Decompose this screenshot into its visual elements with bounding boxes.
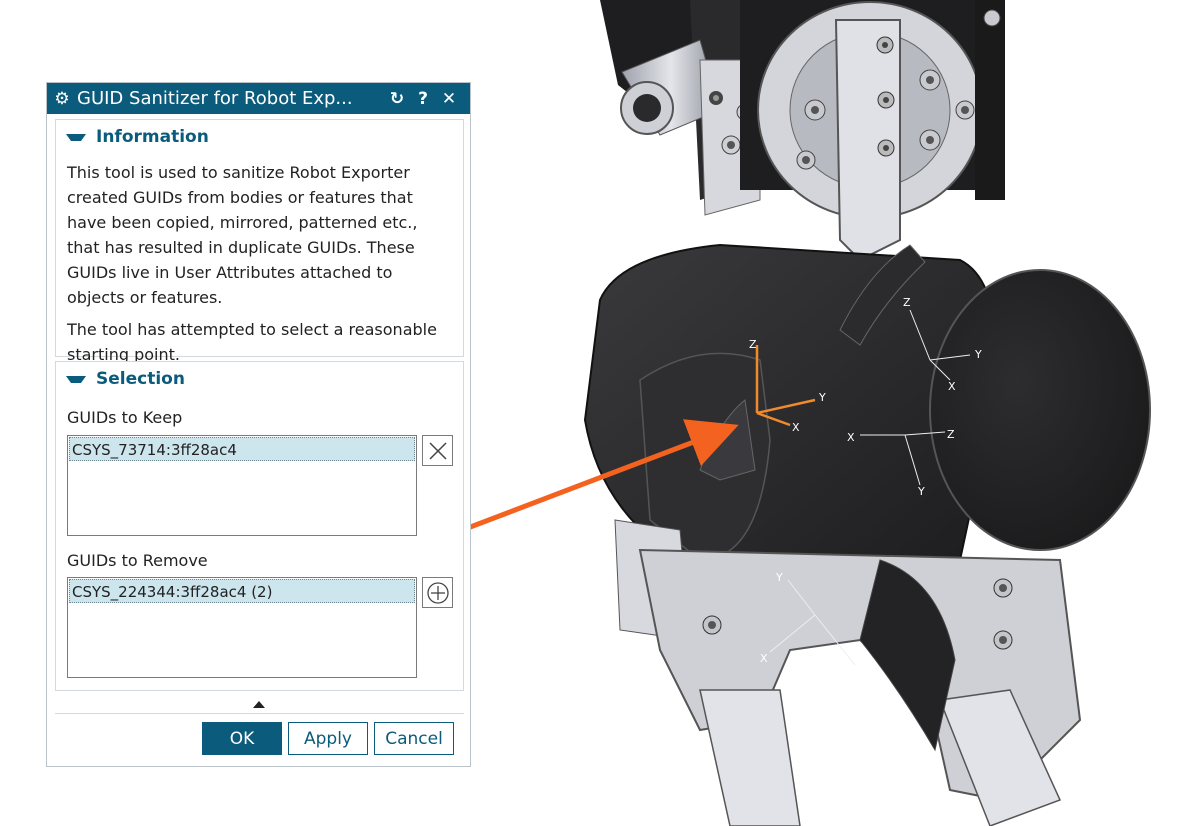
information-paragraph-1: This tool is used to sanitize Robot Expo… xyxy=(67,163,418,307)
svg-text:Y: Y xyxy=(818,391,826,404)
keep-listbox[interactable]: CSYS_73714:3ff28ac4 xyxy=(67,435,417,536)
information-text: This tool is used to sanitize Robot Expo… xyxy=(67,160,451,367)
apply-button[interactable]: Apply xyxy=(288,722,368,755)
robot-joint-disk xyxy=(740,0,1005,262)
information-paragraph-2: The tool has attempted to select a reaso… xyxy=(67,320,437,364)
svg-text:X: X xyxy=(792,421,800,434)
information-header-label: Information xyxy=(96,127,209,147)
robot-upper-bracket xyxy=(600,0,761,216)
keep-label: GUIDs to Keep xyxy=(67,408,183,427)
collapse-up-icon[interactable] xyxy=(253,701,265,708)
svg-text:X: X xyxy=(847,431,855,444)
plus-circle-icon xyxy=(426,581,449,604)
help-icon[interactable]: ? xyxy=(410,89,436,109)
dialog-title: GUID Sanitizer for Robot Exp... xyxy=(77,88,353,109)
svg-text:Z: Z xyxy=(903,296,911,309)
svg-text:Z: Z xyxy=(947,428,955,441)
reset-icon[interactable]: ↻ xyxy=(384,89,410,109)
selection-group: Selection GUIDs to Keep CSYS_73714:3ff28… xyxy=(55,361,464,691)
selection-group-header[interactable]: Selection xyxy=(56,362,463,396)
guid-sanitizer-dialog: ⚙ GUID Sanitizer for Robot Exp... ↻ ? ✕ … xyxy=(46,82,471,767)
add-item-button[interactable] xyxy=(422,577,453,608)
svg-text:X: X xyxy=(948,380,956,393)
remove-label: GUIDs to Remove xyxy=(67,551,208,570)
list-item[interactable]: CSYS_224344:3ff28ac4 (2) xyxy=(69,579,415,603)
information-group-header[interactable]: Information xyxy=(56,120,463,154)
x-icon xyxy=(428,441,447,460)
cancel-button[interactable]: Cancel xyxy=(374,722,454,755)
svg-text:Z: Z xyxy=(749,338,757,351)
collapse-triangle-icon xyxy=(66,375,86,383)
svg-text:Y: Y xyxy=(917,485,925,498)
svg-text:Y: Y xyxy=(974,348,982,361)
svg-text:X: X xyxy=(760,652,768,665)
information-group: Information This tool is used to sanitiz… xyxy=(55,119,464,364)
list-item[interactable]: CSYS_73714:3ff28ac4 xyxy=(69,437,415,461)
ok-button[interactable]: OK xyxy=(202,722,282,755)
svg-text:Y: Y xyxy=(775,571,783,584)
selection-header-label: Selection xyxy=(96,369,185,389)
close-icon[interactable]: ✕ xyxy=(436,89,462,109)
collapse-triangle-icon xyxy=(66,133,86,141)
dialog-titlebar[interactable]: ⚙ GUID Sanitizer for Robot Exp... ↻ ? ✕ xyxy=(47,83,470,114)
svg-text:Z: Z xyxy=(853,668,861,681)
gear-icon[interactable]: ⚙ xyxy=(47,89,77,109)
footer-divider xyxy=(55,713,464,714)
remove-item-button[interactable] xyxy=(422,435,453,466)
remove-listbox[interactable]: CSYS_224344:3ff28ac4 (2) xyxy=(67,577,417,678)
robot-lower-fork xyxy=(614,519,1082,826)
